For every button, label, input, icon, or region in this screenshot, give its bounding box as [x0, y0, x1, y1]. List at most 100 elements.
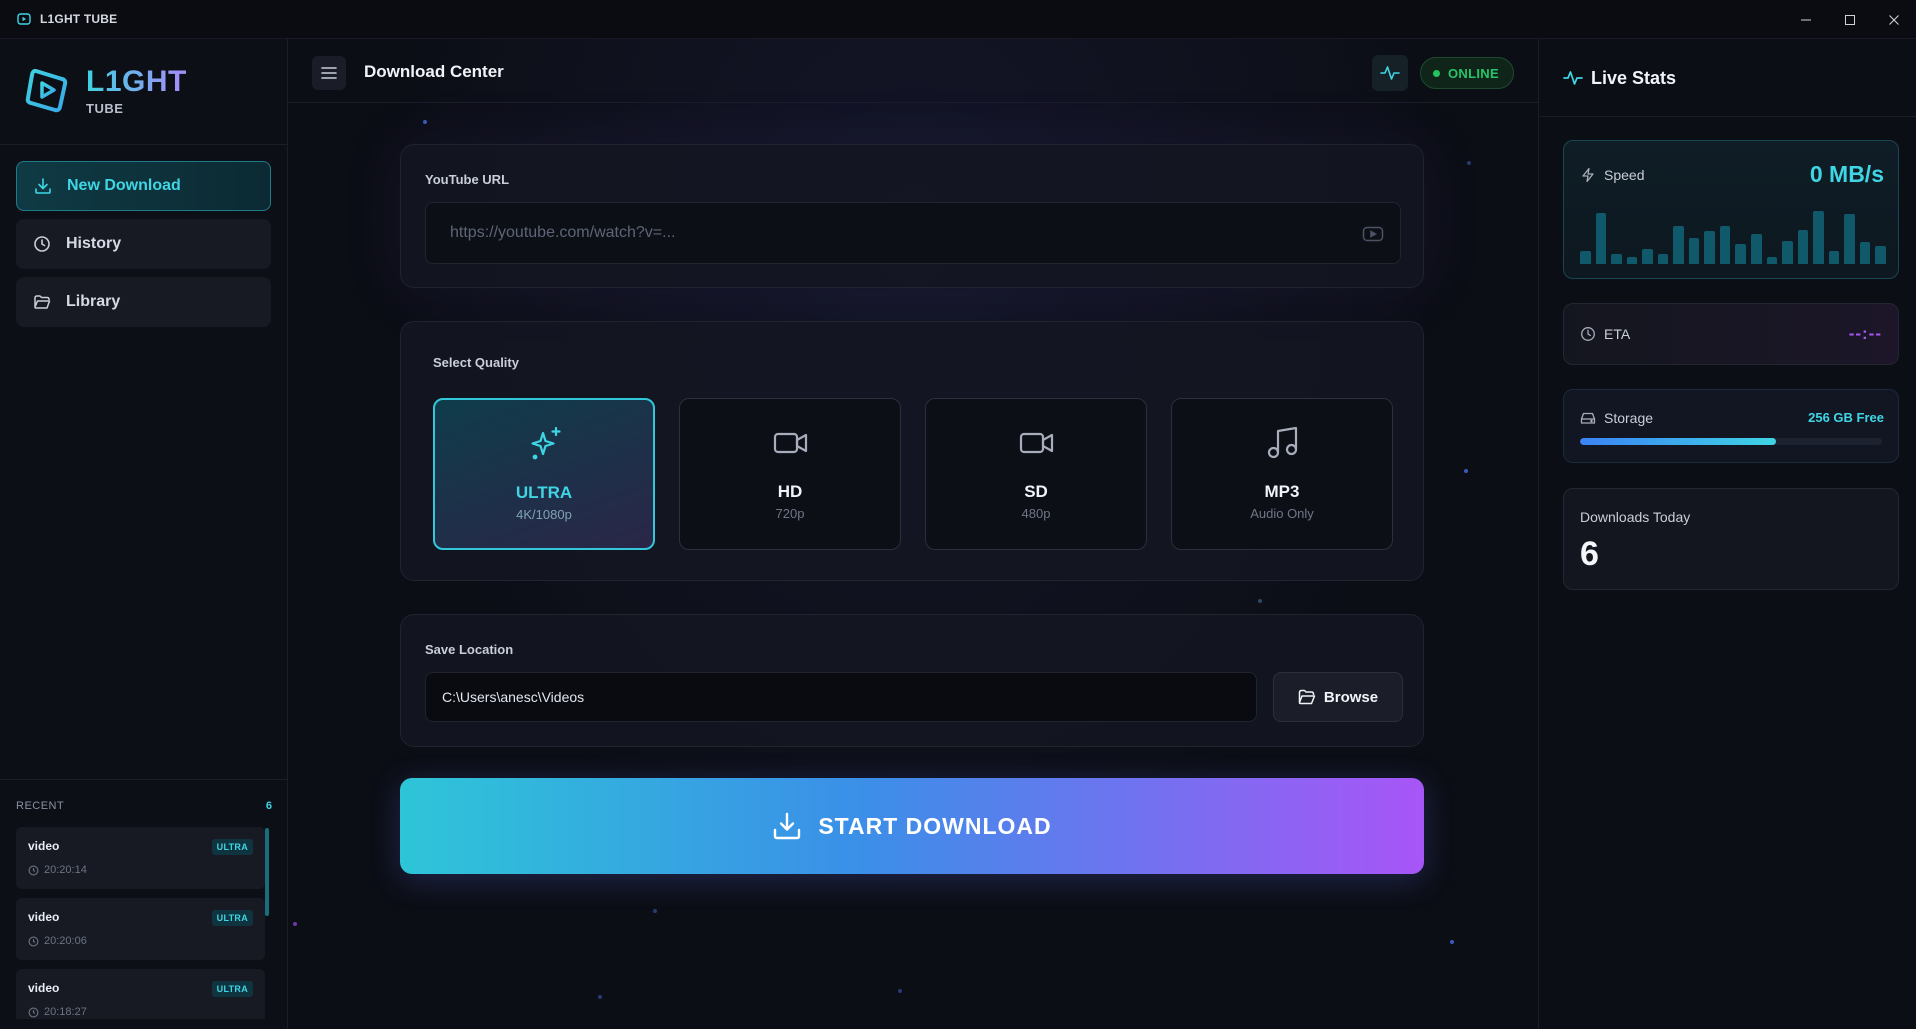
sidebar-item-label: Library: [66, 293, 121, 310]
logo-title: L1GHT: [86, 64, 187, 98]
storage-card: Storage 256 GB Free: [1563, 389, 1899, 463]
clock-icon: [32, 234, 52, 254]
quality-name: ULTRA: [515, 483, 573, 502]
clock-icon: [28, 865, 39, 875]
speed-bar: [1844, 214, 1855, 264]
clock-icon: [1581, 327, 1595, 341]
save-path-input[interactable]: C:\Users\anesc\Videos: [425, 672, 1257, 722]
logo: L1GHT TUBE: [24, 65, 187, 117]
list-item[interactable]: video ULTRA 20:18:27: [16, 969, 265, 1019]
browse-button[interactable]: Browse: [1273, 672, 1403, 722]
url-input[interactable]: https://youtube.com/watch?v=...: [425, 202, 1401, 264]
downloads-today-card: Downloads Today 6: [1563, 488, 1899, 590]
youtube-icon: [1362, 226, 1384, 242]
quality-name: MP3: [1264, 482, 1300, 501]
list-item[interactable]: video ULTRA 20:20:06: [16, 898, 265, 960]
save-location-label: Save Location: [425, 642, 514, 657]
music-note-icon: [1267, 426, 1298, 459]
app-icon: [16, 11, 32, 27]
status-dot: [1433, 69, 1440, 77]
recent-label: RECENT: [16, 800, 65, 812]
activity-icon: [1563, 71, 1583, 85]
sidebar-item-history[interactable]: History: [16, 219, 271, 269]
start-download-button[interactable]: START DOWNLOAD: [400, 778, 1424, 874]
sparkles-icon: [531, 426, 561, 460]
storage-value: 256 GB Free: [1808, 410, 1884, 425]
recent-list[interactable]: video ULTRA 20:20:14 video ULTRA 20:20:0…: [16, 827, 265, 1019]
speed-bar: [1657, 254, 1669, 264]
live-stats-title: Live Stats: [1591, 68, 1677, 88]
quality-card: Select Quality ULTRA 4K/1080p HD 720p SD…: [400, 321, 1424, 581]
clock-icon: [28, 936, 39, 946]
sidebar-item-new-download[interactable]: New Download: [16, 161, 271, 211]
video-camera-icon: [1019, 432, 1054, 454]
video-camera-icon: [773, 432, 808, 454]
quality-option-ultra[interactable]: ULTRA 4K/1080p: [433, 398, 655, 550]
url-label: YouTube URL: [425, 172, 510, 187]
quality-detail: Audio Only: [1250, 506, 1314, 521]
logo-subtitle: TUBE: [86, 100, 124, 116]
speed-bar: [1719, 226, 1731, 264]
speed-bar: [1782, 241, 1793, 264]
downloads-today-value: 6: [1580, 535, 1599, 573]
sidebar-item-label: History: [66, 235, 122, 252]
speed-bar: [1875, 246, 1886, 264]
browse-label: Browse: [1323, 688, 1379, 706]
sidebar-item-library[interactable]: Library: [16, 277, 271, 327]
status-badge: ONLINE: [1420, 57, 1514, 89]
speed-bar: [1813, 211, 1824, 264]
speed-bar: [1828, 251, 1840, 264]
list-item[interactable]: video ULTRA 20:20:14: [16, 827, 265, 889]
hard-drive-icon: [1580, 412, 1596, 424]
quality-option-hd[interactable]: HD 720p: [679, 398, 901, 550]
background-particle: [898, 989, 902, 993]
eta-label: ETA: [1604, 326, 1631, 342]
close-button[interactable]: [1872, 0, 1916, 39]
quality-detail: 4K/1080p: [516, 507, 572, 522]
page-title: Download Center: [364, 62, 504, 81]
background-particle: [1467, 161, 1471, 165]
recent-item-name: video: [28, 839, 60, 853]
background-particle: [1258, 599, 1262, 603]
maximize-button[interactable]: [1828, 0, 1872, 39]
download-icon: [33, 176, 53, 196]
speed-label: Speed: [1604, 167, 1645, 183]
minimize-button[interactable]: [1784, 0, 1828, 39]
activity-button[interactable]: [1372, 55, 1408, 91]
eta-value: --:--: [1848, 324, 1882, 343]
save-path-value: C:\Users\anesc\Videos: [442, 689, 585, 705]
speed-bar: [1673, 226, 1684, 264]
clock-icon: [28, 1007, 39, 1017]
folder-icon: [32, 292, 52, 312]
start-download-label: START DOWNLOAD: [818, 812, 1052, 839]
recent-item-name: video: [28, 910, 60, 924]
quality-label: Select Quality: [433, 355, 519, 370]
download-icon: [774, 812, 801, 840]
title-bar: L1GHT TUBE: [0, 0, 1916, 39]
storage-progress-track: [1580, 438, 1882, 445]
live-stats-header: Live Stats: [1539, 39, 1916, 117]
speed-bar: [1595, 213, 1607, 264]
recent-item-time: 20:20:14: [44, 864, 87, 876]
downloads-today-label: Downloads Today: [1580, 509, 1691, 525]
top-bar: Download Center ONLINE: [288, 39, 1538, 103]
quality-option-sd[interactable]: SD 480p: [925, 398, 1147, 550]
quality-badge: ULTRA: [211, 981, 253, 997]
speed-value: 0 MB/s: [1809, 161, 1884, 187]
quality-option-mp3[interactable]: MP3 Audio Only: [1171, 398, 1393, 550]
divider: [0, 144, 288, 145]
menu-button[interactable]: [312, 56, 346, 90]
speed-bar: [1766, 257, 1778, 264]
live-stats-panel: Live Stats Speed 0 MB/s ETA --:-- Storag…: [1538, 39, 1916, 1029]
quality-name: SD: [1024, 482, 1048, 501]
background-particle: [293, 922, 297, 926]
speed-bar: [1797, 230, 1809, 264]
window-title: L1GHT TUBE: [40, 12, 118, 26]
background-particle: [1464, 469, 1468, 473]
speed-bar: [1751, 234, 1762, 264]
storage-label: Storage: [1604, 410, 1654, 426]
recent-item-time: 20:18:27: [44, 1006, 87, 1018]
status-text: ONLINE: [1448, 65, 1499, 81]
recent-scrollbar[interactable]: [265, 828, 269, 916]
speed-bar: [1611, 254, 1622, 264]
